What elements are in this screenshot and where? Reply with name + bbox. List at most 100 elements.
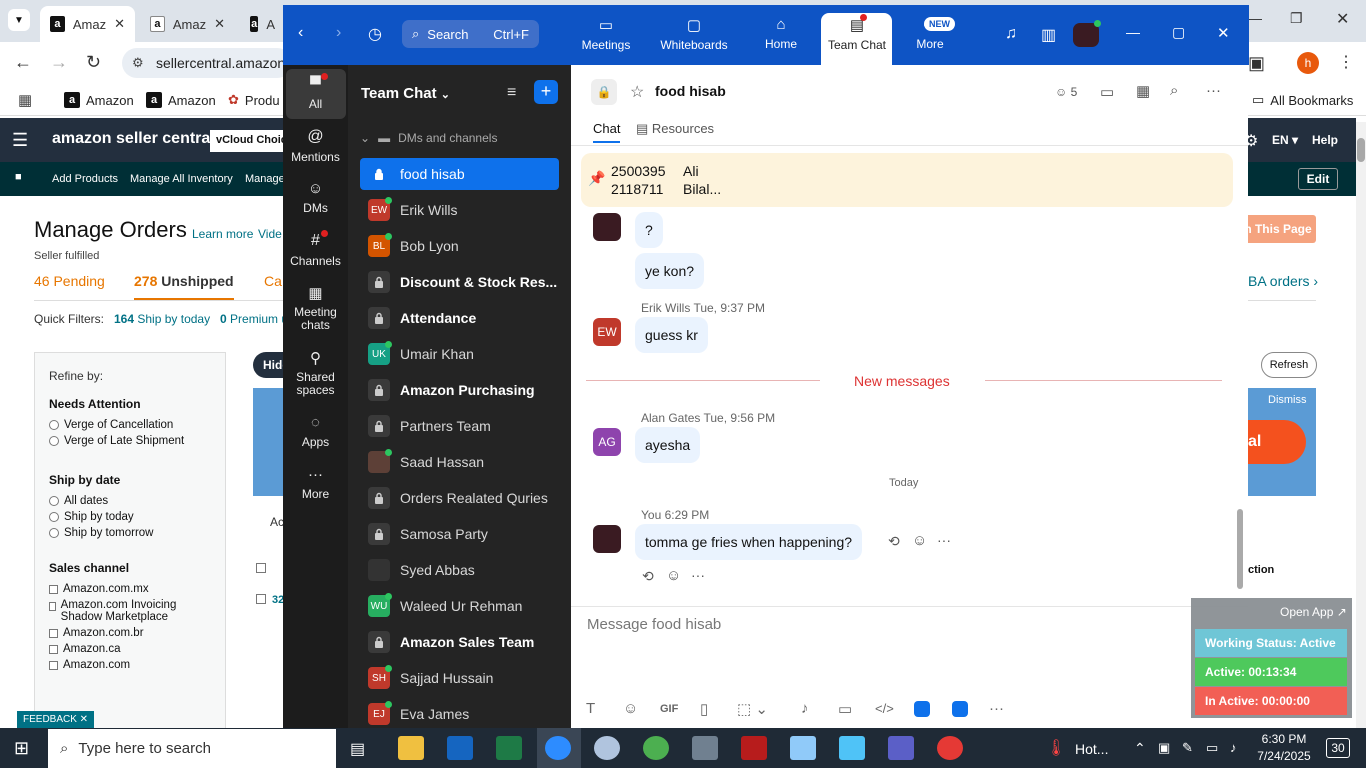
app-icon-1[interactable]	[914, 701, 930, 717]
members-button[interactable]: ☺ 5	[1055, 85, 1077, 99]
calculator-icon[interactable]	[692, 736, 718, 760]
bell-icon[interactable]: ♫	[1005, 25, 1017, 43]
rail-more[interactable]: ··· More	[283, 466, 348, 501]
chat-list-item[interactable]: Amazon Sales Team	[360, 626, 559, 658]
chat-list-item[interactable]: Amazon Purchasing	[360, 374, 559, 406]
chat-list-item[interactable]: BL Bob Lyon	[360, 230, 559, 262]
avatar[interactable]: EW	[593, 318, 621, 346]
emoji-react-icon[interactable]: ☺	[912, 532, 927, 549]
tab-chat[interactable]: Chat	[593, 121, 621, 143]
wifi-icon[interactable]: ▭	[1206, 740, 1218, 756]
sender-name[interactable]: Alan Gates	[641, 411, 700, 425]
composer-more-icon[interactable]: ···	[989, 700, 1004, 717]
sender-name[interactable]: You	[641, 508, 661, 522]
zoom-minimize-icon[interactable]: —	[1126, 24, 1140, 40]
user-avatar[interactable]	[1073, 20, 1101, 47]
reply-icon[interactable]: ⟲	[642, 568, 654, 585]
nav-home[interactable]: ⌂ Home	[760, 16, 802, 51]
file-icon[interactable]: ▯	[700, 700, 708, 718]
pinned-message[interactable]	[581, 153, 1233, 207]
checkbox[interactable]	[49, 660, 58, 670]
message-more-icon[interactable]: ···	[937, 532, 951, 548]
tool-app-icon[interactable]	[594, 736, 620, 760]
reply-icon[interactable]: ⟲	[888, 533, 900, 550]
radio-button[interactable]	[49, 436, 59, 446]
tab-resources[interactable]: ▤ Resources	[636, 121, 714, 137]
taskbar-search[interactable]: ⌕ Type here to search	[48, 729, 336, 768]
star-icon[interactable]: ☆	[630, 82, 644, 102]
notification-center[interactable]: 30	[1326, 738, 1350, 758]
filter-option[interactable]: Ship by today	[49, 511, 211, 523]
chat-list-item[interactable]: EW Erik Wills	[360, 194, 559, 226]
weather-label[interactable]: Hot...	[1075, 741, 1108, 757]
chat-list-item[interactable]: Samosa Party	[360, 518, 559, 550]
chevron-up-icon[interactable]: ⌃	[1134, 740, 1146, 757]
team-chat-dropdown[interactable]: Team Chat ⌄	[361, 85, 450, 102]
zoom-forward-icon[interactable]: ›	[336, 24, 341, 42]
profile-avatar[interactable]: h	[1297, 52, 1319, 74]
filter-ship-today[interactable]: 164 Ship by today	[114, 312, 210, 326]
filter-option[interactable]: Amazon.com	[49, 659, 211, 671]
search-icon[interactable]: ⌕	[1170, 82, 1178, 99]
chrome-icon[interactable]	[643, 736, 669, 760]
message-more-icon[interactable]: ···	[691, 567, 705, 583]
avatar[interactable]: AG	[593, 428, 621, 456]
app-icon-2[interactable]	[952, 701, 968, 717]
checkbox[interactable]	[49, 584, 58, 594]
chrome-icon-2[interactable]	[937, 736, 963, 760]
chat-list-item[interactable]: SH Sajjad Hussain	[360, 662, 559, 694]
page-scroll-thumb[interactable]	[1357, 138, 1365, 162]
back-icon[interactable]: ←	[14, 52, 32, 73]
chat-scrollbar[interactable]	[1237, 509, 1243, 589]
rail-meeting-chats[interactable]: ▦ Meeting chats	[283, 284, 348, 332]
rail-shared-spaces[interactable]: ⚲ Shared spaces	[283, 349, 348, 397]
notepad-icon[interactable]	[790, 736, 816, 760]
chat-list-item[interactable]: Orders Realated Quries	[360, 482, 559, 514]
edit-nav-button[interactable]: Edit	[1298, 168, 1338, 190]
clock[interactable]: 6:30 PM 7/24/2025	[1252, 731, 1316, 765]
chat-list-item[interactable]: Saad Hassan	[360, 446, 559, 478]
address-bar[interactable]: sellercentral.amazon	[122, 48, 292, 78]
radio-button[interactable]	[49, 528, 59, 538]
video-call-icon[interactable]: ▭	[1100, 83, 1114, 101]
task-view-icon[interactable]: ▤	[350, 739, 365, 759]
nav-team-chat[interactable]: ▤ Team Chat	[826, 14, 888, 52]
checkbox[interactable]	[49, 628, 58, 638]
checkbox[interactable]	[49, 602, 56, 611]
zoom-maximize-icon[interactable]: ▢	[1172, 24, 1185, 41]
channel-title[interactable]: food hisab	[655, 83, 726, 99]
microphone-icon[interactable]: ♪	[801, 700, 809, 717]
zoom-search-box[interactable]: ⌕ Search Ctrl+F	[402, 20, 539, 48]
radio-button[interactable]	[49, 420, 59, 430]
restore-icon[interactable]: ❐	[1290, 10, 1303, 27]
message-bubble[interactable]: ?	[635, 212, 663, 248]
filezilla-icon[interactable]	[741, 736, 767, 760]
rail-dms[interactable]: ☺ DMs	[283, 180, 348, 215]
zoom-app-icon[interactable]	[545, 736, 571, 760]
chat-list-item[interactable]: Discount & Stock Res...	[360, 266, 559, 298]
video-link[interactable]: Vide	[258, 227, 282, 241]
nav-add-products[interactable]: Add Products	[52, 173, 118, 185]
close-tab-icon[interactable]: ✕	[214, 16, 225, 32]
radio-button[interactable]	[49, 496, 59, 506]
all-bookmarks[interactable]: ▭ All Bookmarks	[1252, 92, 1353, 108]
apps-icon[interactable]: ▥	[1041, 25, 1056, 45]
row-checkbox[interactable]	[256, 594, 266, 604]
file-explorer-icon[interactable]	[398, 736, 424, 760]
header-checkbox[interactable]	[256, 563, 266, 573]
message-input[interactable]: Message food hisab	[587, 616, 721, 633]
chat-list-item[interactable]: EJ Eva James	[360, 698, 559, 730]
bookmark-1[interactable]: a Amazon	[64, 92, 134, 108]
windows-start-icon[interactable]: ⊞	[14, 738, 29, 759]
nav-meetings[interactable]: ▭ Meetings	[578, 16, 634, 52]
help-link[interactable]: Help	[1312, 133, 1338, 147]
browser-tab-3[interactable]: a A	[240, 6, 285, 42]
chat-list-item[interactable]: Attendance	[360, 302, 559, 334]
radio-button[interactable]	[49, 512, 59, 522]
message-bubble[interactable]: tomma ge fries when happening?	[635, 524, 863, 560]
chat-list-item[interactable]: food hisab	[360, 158, 559, 190]
zoom-back-icon[interactable]: ‹	[298, 24, 303, 42]
fba-orders-link[interactable]: BA orders ›	[1248, 273, 1318, 289]
excel-icon[interactable]	[496, 736, 522, 760]
amazon-logo[interactable]: amazon seller central	[52, 130, 215, 148]
